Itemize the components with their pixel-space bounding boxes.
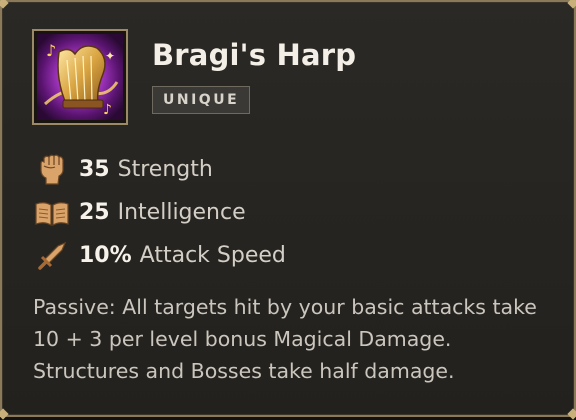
rarity-badge: UNIQUE xyxy=(152,86,251,114)
golden-harp-icon: ♪ ♪ ✦ xyxy=(32,29,128,125)
stat-label: Intelligence xyxy=(117,200,246,225)
sword-icon xyxy=(34,239,70,273)
stat-label: Attack Speed xyxy=(139,243,286,268)
item-name: Bragi's Harp xyxy=(152,38,357,72)
frame-corner xyxy=(567,408,576,420)
svg-text:♪: ♪ xyxy=(103,102,112,118)
book-icon xyxy=(34,196,70,230)
svg-text:♪: ♪ xyxy=(46,41,56,60)
stat-value: 10% xyxy=(79,243,132,268)
frame-corner xyxy=(0,408,9,420)
stat-value: 35 xyxy=(79,157,110,182)
frame-corner xyxy=(0,0,9,9)
item-tooltip: ♪ ♪ ✦ Bragi's Harp UNIQUE 35 Strength 25… xyxy=(0,0,576,420)
svg-text:✦: ✦ xyxy=(105,49,115,63)
stat-list: 35 Strength 25 Intelligence 10% Attack S… xyxy=(34,148,554,277)
frame-corner xyxy=(567,0,576,9)
description-line: 10 + 3 per level bonus Magical Damage. xyxy=(33,327,452,351)
stat-row-attack-speed: 10% Attack Speed xyxy=(34,234,554,277)
passive-description: Passive: All targets hit by your basic a… xyxy=(33,291,553,387)
stat-row-intelligence: 25 Intelligence xyxy=(34,191,554,234)
stat-value: 25 xyxy=(79,200,110,225)
description-line: Structures and Bosses take half damage. xyxy=(33,359,455,383)
description-line: Passive: All targets hit by your basic a… xyxy=(33,295,537,319)
stat-row-strength: 35 Strength xyxy=(34,148,554,191)
fist-icon xyxy=(34,153,70,187)
stat-label: Strength xyxy=(117,157,213,182)
